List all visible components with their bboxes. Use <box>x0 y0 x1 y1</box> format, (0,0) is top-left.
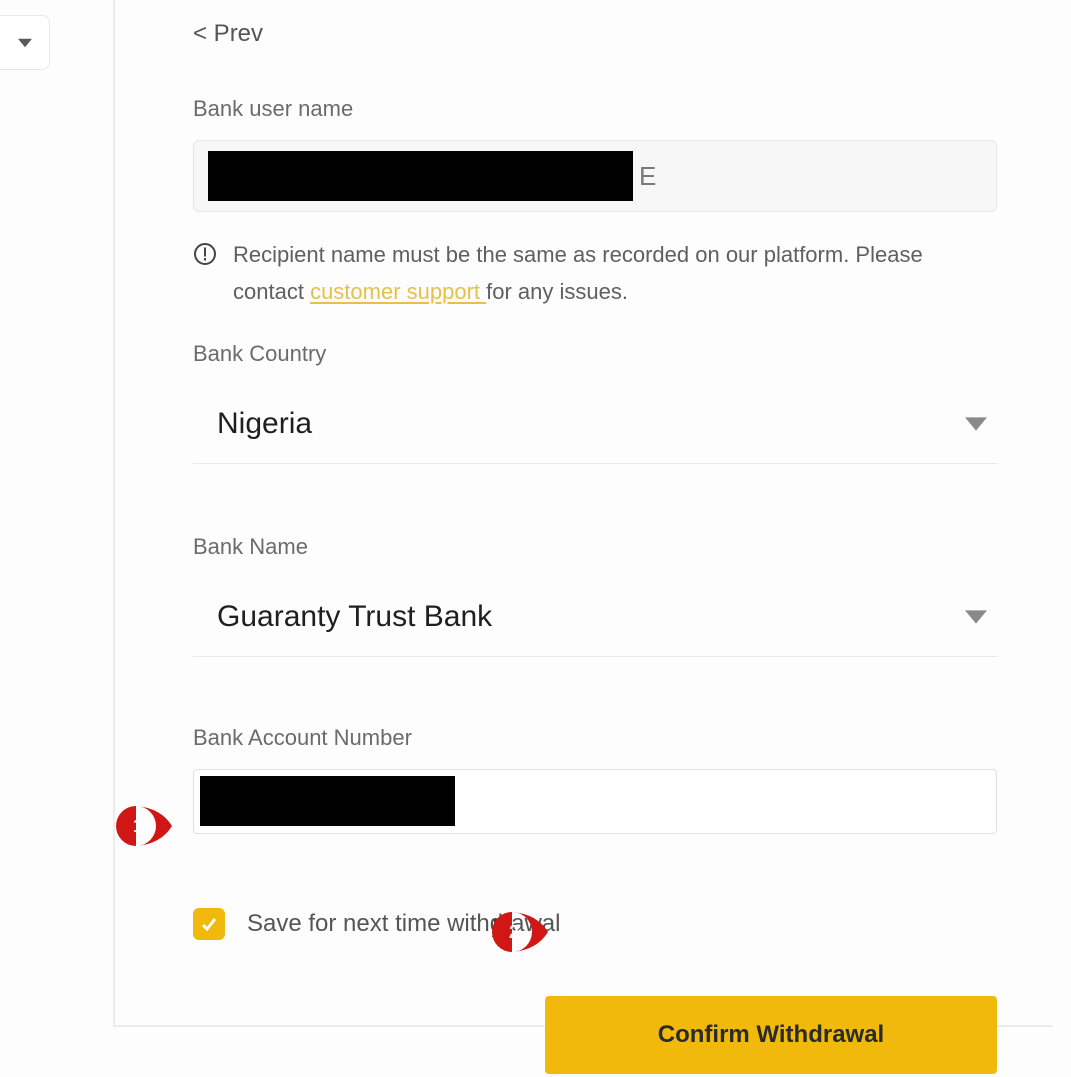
customer-support-link[interactable]: customer support <box>310 279 486 304</box>
withdrawal-form-panel: < Prev Bank user name E Recipient name m… <box>115 0 1055 1077</box>
notice-text-post: for any issues. <box>486 279 628 304</box>
bank-country-label: Bank Country <box>193 341 997 367</box>
redacted-bar <box>208 151 633 201</box>
bank-name-label: Bank Name <box>193 534 997 560</box>
bank-name-select[interactable]: Guaranty Trust Bank <box>193 578 997 657</box>
redacted-bar <box>200 776 455 826</box>
bank-account-number-label: Bank Account Number <box>193 725 997 751</box>
sidebar-collapsed-dropdown[interactable] <box>0 15 50 70</box>
chevron-down-icon <box>18 36 32 50</box>
check-icon <box>199 914 219 934</box>
save-for-next-time-checkbox[interactable] <box>193 908 225 940</box>
info-icon <box>193 242 217 266</box>
bank-user-name-label: Bank user name <box>193 96 997 122</box>
save-for-next-time-label: Save for next time withdrawal <box>247 910 560 938</box>
confirm-withdrawal-button[interactable]: Confirm Withdrawal <box>545 996 997 1074</box>
bank-country-value: Nigeria <box>217 407 312 441</box>
bank-account-number-input[interactable] <box>193 769 997 834</box>
chevron-down-icon <box>965 606 987 628</box>
bank-country-select[interactable]: Nigeria <box>193 385 997 464</box>
bank-name-value: Guaranty Trust Bank <box>217 600 492 634</box>
bank-user-name-input[interactable]: E <box>193 140 997 212</box>
text-cursor-icon: I <box>491 914 500 944</box>
prev-link[interactable]: < Prev <box>193 20 263 48</box>
bank-user-name-value-fragment: E <box>639 161 656 192</box>
recipient-name-notice: Recipient name must be the same as recor… <box>193 236 997 311</box>
chevron-down-icon <box>965 413 987 435</box>
